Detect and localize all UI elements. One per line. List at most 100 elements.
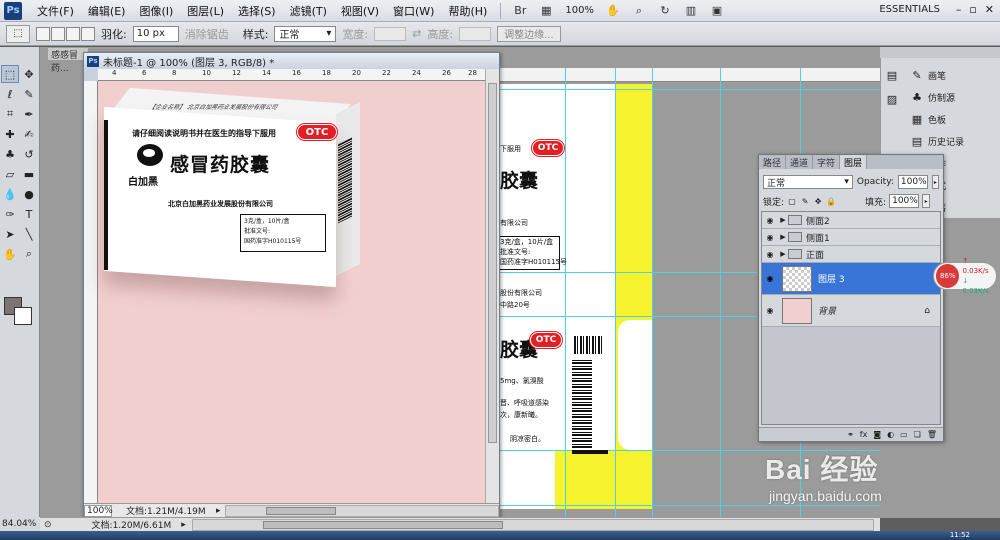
menu-help[interactable]: 帮助(H)	[441, 3, 494, 19]
zoom-level-select[interactable]: 100%	[559, 5, 600, 16]
menu-layer[interactable]: 图层(L)	[180, 3, 231, 19]
fill-input[interactable]: 100%	[889, 194, 920, 208]
clone-stamp-tool-icon[interactable]: ♣	[1, 145, 19, 163]
blend-mode-select[interactable]: 正常 ▾	[763, 175, 853, 189]
fill-slider-icon[interactable]: ▸	[922, 194, 931, 208]
restore-icon[interactable]: ▫	[969, 3, 976, 16]
dock-header[interactable]	[880, 47, 1000, 58]
horizontal-scroll-thumb[interactable]	[265, 506, 336, 515]
zoom-tool-icon[interactable]: ⌕	[20, 245, 38, 263]
layer-mask-icon[interactable]: ◙	[873, 430, 881, 439]
add-selection-icon[interactable]	[51, 26, 65, 41]
expand-triangle-icon[interactable]: ▶	[778, 216, 788, 224]
gradient-tool-icon[interactable]: ▬	[20, 165, 38, 183]
new-layer-icon[interactable]: ❏	[914, 430, 921, 439]
background-color-swatch[interactable]	[14, 307, 32, 325]
feather-input[interactable]: 10 px	[132, 25, 179, 42]
screen-mode-icon[interactable]: ▣	[706, 3, 728, 19]
dock-icon[interactable]: ▨	[881, 88, 903, 110]
bridge-icon[interactable]: Br	[509, 3, 531, 19]
opacity-slider-icon[interactable]: ▸	[931, 175, 939, 189]
width-field[interactable]	[374, 26, 407, 41]
lasso-tool-icon[interactable]: ℓ	[1, 85, 19, 103]
background-layer-row[interactable]: ◉ 背景 ⌂	[762, 295, 940, 327]
adjustment-layer-icon[interactable]: ◐	[887, 430, 894, 439]
workspace-switcher[interactable]: ESSENTIALS	[879, 4, 940, 15]
menu-window[interactable]: 窗口(W)	[386, 3, 441, 19]
rotate-view-icon[interactable]: ↻	[654, 3, 676, 19]
layer-group-row[interactable]: ◉ ▶ 正面	[762, 246, 940, 263]
eyedropper-tool-icon[interactable]: ✒	[20, 105, 38, 123]
intersect-selection-icon[interactable]	[81, 26, 95, 41]
status-info-icon[interactable]: ⊙	[44, 520, 52, 530]
horizontal-scrollbar[interactable]	[224, 504, 499, 517]
layer-style-icon[interactable]: fx	[860, 430, 868, 439]
vertical-scrollbar[interactable]	[485, 69, 499, 503]
visibility-eye-icon[interactable]: ◉	[762, 216, 778, 225]
healing-tool-icon[interactable]: ✚	[1, 125, 19, 143]
menu-view[interactable]: 视图(V)	[334, 3, 386, 19]
tab-layers[interactable]: 图层	[840, 155, 868, 169]
main-zoom-field[interactable]: 84.04%	[0, 517, 40, 531]
pen-tool-icon[interactable]: ✑	[1, 205, 19, 223]
marquee-tool-icon[interactable]: ⬚	[1, 65, 19, 83]
brush-tool-icon[interactable]: ✍	[20, 125, 38, 143]
network-speed-widget[interactable]: 86% ↑ 0.03K/s ↓ 0.03K/s	[933, 257, 997, 295]
main-document-size[interactable]: 文档:1.20M/6.61M	[92, 518, 172, 531]
panel-clone-source[interactable]: ♣ 仿制源	[906, 86, 955, 108]
height-field[interactable]	[459, 26, 492, 41]
expand-triangle-icon[interactable]: ▶	[778, 233, 788, 241]
dodge-tool-icon[interactable]: ●	[20, 185, 38, 203]
path-select-tool-icon[interactable]: ➤	[1, 225, 19, 243]
document-size-text[interactable]: 文档:1.21M/4.19M	[126, 504, 216, 517]
lock-transparency-icon[interactable]: ▢	[787, 196, 797, 206]
status-menu-arrow-icon[interactable]: ▸	[181, 520, 186, 530]
menu-image[interactable]: 图像(I)	[132, 3, 180, 19]
panel-brush[interactable]: ✎ 画笔	[906, 64, 946, 86]
move-tool-icon[interactable]: ✥	[20, 65, 38, 83]
zoom-tool-icon[interactable]: ⌕	[628, 3, 650, 19]
view-extras-icon[interactable]: ▦	[535, 3, 557, 19]
document-zoom-field[interactable]: 100%	[84, 504, 113, 517]
layer-group-row[interactable]: ◉ ▶ 侧面1	[762, 229, 940, 246]
close-icon[interactable]: ✕	[985, 3, 994, 16]
document-title-bar[interactable]: Ps 未标题-1 @ 100% (图层 3, RGB/8) *	[84, 53, 499, 69]
history-brush-tool-icon[interactable]: ↺	[20, 145, 38, 163]
lock-pixels-icon[interactable]: ✎	[800, 196, 810, 206]
panel-history[interactable]: ▤ 历史记录	[906, 130, 964, 152]
main-horizontal-scroll-thumb[interactable]	[262, 520, 503, 529]
visibility-eye-icon[interactable]: ◉	[762, 250, 778, 259]
crop-tool-icon[interactable]: ⌗	[1, 105, 19, 123]
tab-paths[interactable]: 路径	[759, 155, 787, 169]
swap-dimensions-icon[interactable]: ⇄	[412, 27, 421, 40]
hand-tool-icon[interactable]: ✋	[602, 3, 624, 19]
subtract-selection-icon[interactable]	[66, 26, 80, 41]
arrange-documents-icon[interactable]: ▥	[680, 3, 702, 19]
lock-position-icon[interactable]: ✥	[813, 196, 823, 206]
link-layers-icon[interactable]: ⚭	[847, 430, 854, 439]
refine-edge-button[interactable]: 调整边缘...	[497, 25, 561, 42]
type-tool-icon[interactable]: T	[20, 205, 38, 223]
lock-all-icon[interactable]: 🔒	[826, 196, 836, 206]
visibility-eye-icon[interactable]: ◉	[762, 274, 778, 283]
tab-channels[interactable]: 通道	[786, 155, 814, 169]
vertical-ruler[interactable]	[84, 81, 98, 503]
quick-select-tool-icon[interactable]: ✎	[20, 85, 38, 103]
panel-swatches[interactable]: ▦ 色板	[906, 108, 946, 130]
visibility-eye-icon[interactable]: ◉	[762, 233, 778, 242]
menu-edit[interactable]: 编辑(E)	[81, 3, 133, 19]
blur-tool-icon[interactable]: 💧	[1, 185, 19, 203]
dock-icon[interactable]: ▤	[881, 64, 903, 86]
new-group-icon[interactable]: ▭	[900, 430, 908, 439]
eraser-tool-icon[interactable]: ▱	[1, 165, 19, 183]
style-select[interactable]: 正常 ▾	[274, 25, 337, 42]
minimize-icon[interactable]: –	[956, 3, 962, 16]
layer-group-row[interactable]: ◉ ▶ 侧面2	[762, 212, 940, 229]
menu-filter[interactable]: 滤镜(T)	[283, 3, 334, 19]
menu-select[interactable]: 选择(S)	[231, 3, 283, 19]
antialias-checkbox[interactable]: 消除锯齿	[185, 26, 229, 42]
visibility-eye-icon[interactable]: ◉	[762, 306, 778, 315]
background-document-tab[interactable]: 感感冒药...	[48, 48, 88, 74]
tab-character[interactable]: 字符	[813, 155, 841, 169]
status-menu-arrow-icon[interactable]: ▸	[216, 506, 221, 516]
